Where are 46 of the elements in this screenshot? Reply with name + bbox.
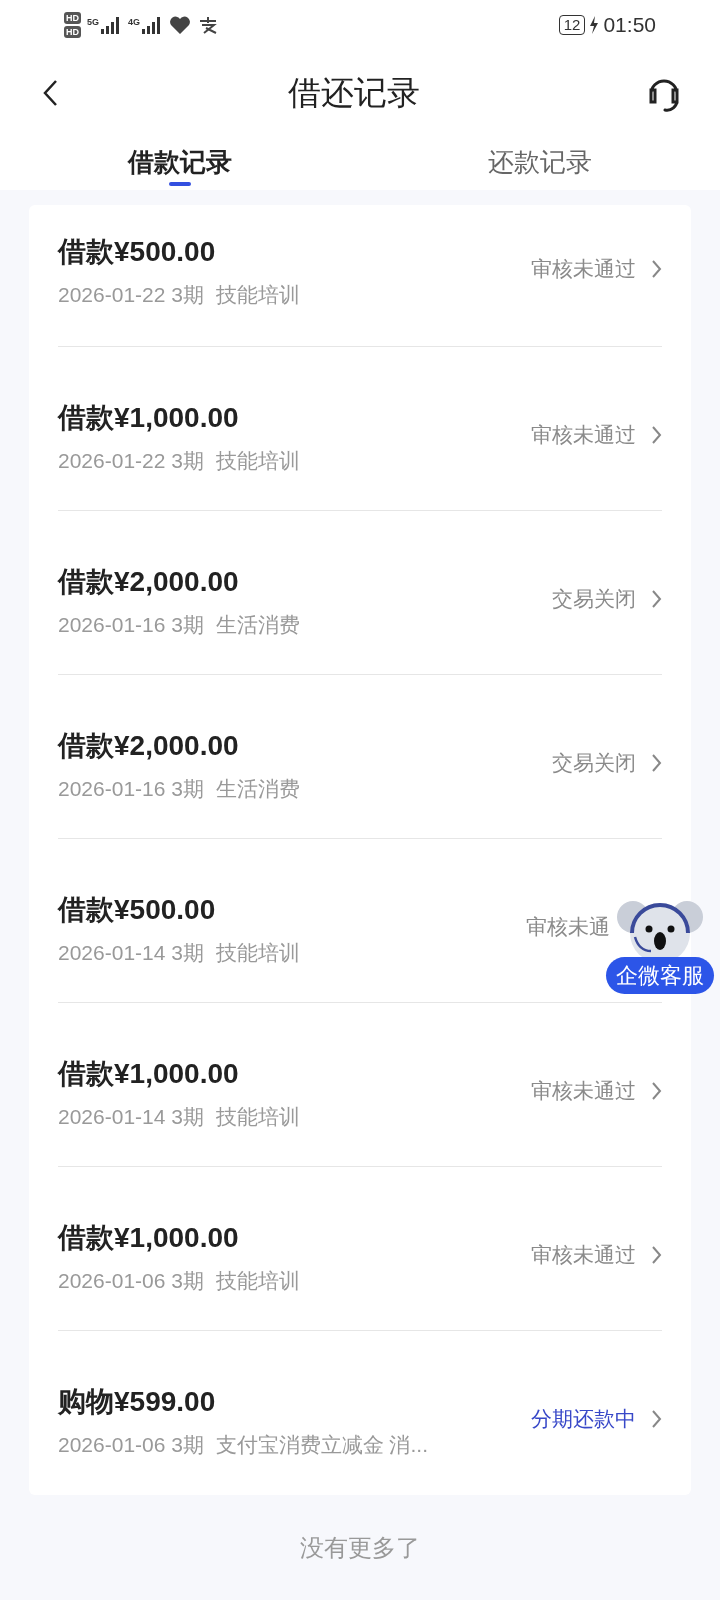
record-status: 审核未通过 — [531, 422, 636, 448]
page-title: 借还记录 — [288, 72, 420, 113]
heart-icon — [169, 15, 192, 35]
record-status: 交易关闭 — [552, 586, 636, 612]
chevron-right-icon — [652, 1409, 662, 1428]
record-amount: 购物¥599.00 — [58, 1385, 217, 1419]
record-details: 2026-01-14 3期 技能培训 — [58, 940, 300, 966]
chevron-right-icon — [652, 1245, 662, 1264]
battery-icon: 12 — [558, 15, 586, 35]
record-status: 分期还款中 — [531, 1406, 636, 1432]
chevron-right-icon — [652, 425, 662, 444]
charging-icon — [589, 16, 600, 34]
network-label: 5G — [87, 16, 99, 29]
record-status: 审核未通过 — [531, 1078, 636, 1104]
record-details: 2026-01-06 3期 技能培训 — [58, 1268, 300, 1294]
record-status: 交易关闭 — [552, 750, 636, 776]
record-status: 审核未通过 — [531, 256, 636, 282]
service-badge[interactable]: 企微客服 — [606, 957, 714, 994]
record-details: 2026-01-16 3期 生活消费 — [58, 776, 300, 802]
tab[interactable]: 借款记录 — [0, 135, 360, 190]
chevron-right-icon — [652, 259, 662, 278]
record-details: 2026-01-14 3期 技能培训 — [58, 1104, 300, 1130]
signal-icon — [100, 16, 122, 34]
record-status: 审核未通 — [526, 914, 610, 940]
record-amount: 借款¥2,000.00 — [58, 565, 240, 599]
chevron-right-icon — [652, 589, 662, 608]
record-status: 审核未通过 — [531, 1242, 636, 1268]
tab[interactable]: 还款记录 — [360, 135, 720, 190]
record-details: 2026-01-22 3期 技能培训 — [58, 282, 300, 308]
record-amount: 借款¥2,000.00 — [58, 729, 240, 763]
chevron-right-icon — [652, 753, 662, 772]
record-details: 2026-01-22 3期 技能培训 — [58, 448, 300, 474]
record-details: 2026-01-16 3期 生活消费 — [58, 612, 300, 638]
no-more-text: 没有更多了 — [300, 1533, 420, 1563]
record-amount: 借款¥500.00 — [58, 893, 217, 927]
record-details: 2026-01-06 3期 支付宝消费立减金 消... — [58, 1432, 428, 1458]
record-amount: 借款¥500.00 — [58, 235, 217, 269]
network-label: 4G — [128, 16, 141, 29]
chevron-right-icon — [652, 1081, 662, 1100]
clock: 01:50 — [603, 12, 656, 39]
record-amount: 借款¥1,000.00 — [58, 401, 240, 435]
sim-label: HD — [64, 12, 81, 24]
record-amount: 借款¥1,000.00 — [58, 1057, 240, 1091]
back-icon — [42, 78, 58, 107]
sim-label: HD — [64, 26, 81, 38]
record-amount: 借款¥1,000.00 — [58, 1221, 240, 1255]
